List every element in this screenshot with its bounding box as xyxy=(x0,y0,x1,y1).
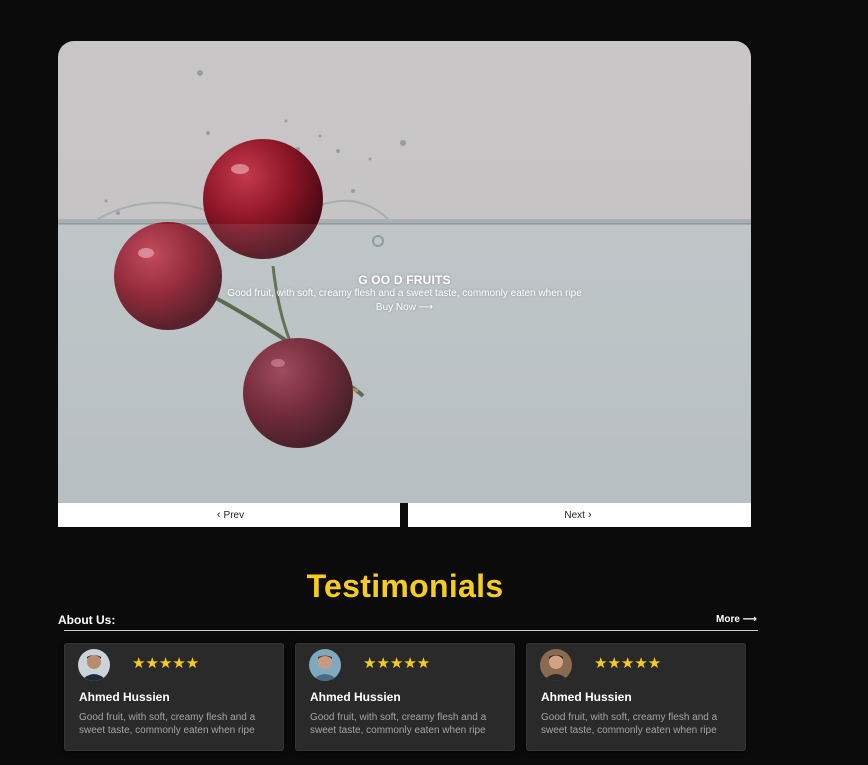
testimonials-heading: Testimonials xyxy=(306,568,504,604)
more-link[interactable]: More ⟶ xyxy=(716,614,757,625)
slide-description: Good fruit, with soft, creamy flesh and … xyxy=(227,288,582,299)
next-button[interactable]: Next › xyxy=(408,503,751,527)
review-text: Good fruit, with soft, creamy flesh and … xyxy=(310,712,487,736)
review-text: Good fruit, with soft, creamy flesh and … xyxy=(541,712,718,736)
avatar xyxy=(78,649,110,681)
chevron-right-icon: › xyxy=(587,509,592,521)
about-us-label: About Us: xyxy=(58,613,116,627)
prev-button[interactable]: ‹ Prev xyxy=(58,503,400,527)
testimonial-card: ★★★★★ Ahmed Hussien Good fruit, with sof… xyxy=(64,643,284,751)
testimonial-card: ★★★★★ Ahmed Hussien Good fruit, with sof… xyxy=(295,643,515,751)
review-text: Good fruit, with soft, creamy flesh and … xyxy=(79,712,256,736)
section-divider xyxy=(64,630,758,631)
rating-stars: ★★★★★ xyxy=(132,655,200,672)
prev-label: Prev xyxy=(223,509,245,521)
testimonial-card: ★★★★★ Ahmed Hussien Good fruit, with sof… xyxy=(526,643,746,751)
chevron-left-icon: ‹ xyxy=(216,509,221,521)
reviewer-name: Ahmed Hussien xyxy=(310,690,401,704)
next-label: Next xyxy=(564,509,585,521)
reviewer-name: Ahmed Hussien xyxy=(541,690,632,704)
cherries-in-water-image xyxy=(58,70,751,503)
reviewer-name: Ahmed Hussien xyxy=(79,690,170,704)
buy-now-link[interactable]: Buy Now ⟶ xyxy=(58,302,751,313)
hero-slide: G OO D FRUITS Good fruit, with soft, cre… xyxy=(58,41,751,503)
avatar xyxy=(309,649,341,681)
slide-title: G OO D FRUITS xyxy=(358,273,451,287)
avatar xyxy=(540,649,572,681)
rating-stars: ★★★★★ xyxy=(363,655,431,672)
rating-stars: ★★★★★ xyxy=(594,655,662,672)
slide-caption: G OO D FRUITS Good fruit, with soft, cre… xyxy=(58,273,751,313)
